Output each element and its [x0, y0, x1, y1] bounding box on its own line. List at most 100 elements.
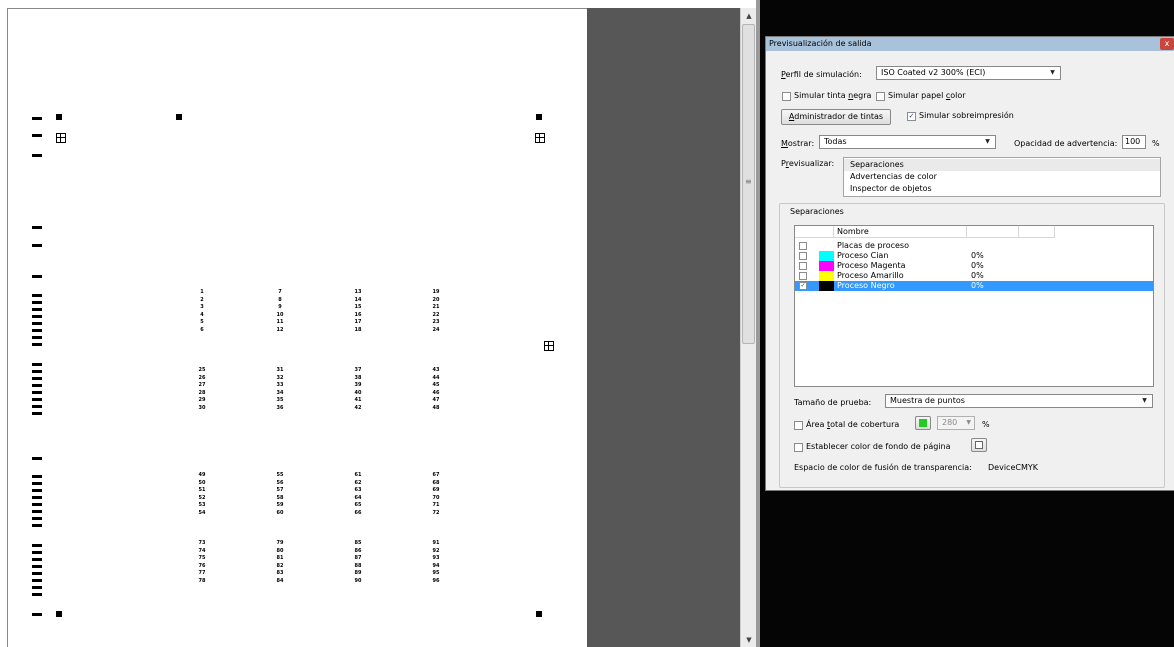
crop-mark-bar: [32, 308, 42, 311]
grid-number: 71: [432, 502, 440, 509]
row-checkbox[interactable]: [799, 252, 807, 260]
grid-number: 88: [354, 562, 362, 569]
grid-number: 53: [198, 502, 206, 509]
grid-number: 96: [432, 578, 440, 584]
grid-number: 94: [432, 562, 440, 569]
preview-option-color-warnings[interactable]: Advertencias de color: [844, 171, 1160, 183]
preview-option-object-inspector[interactable]: Inspector de objetos: [844, 183, 1160, 195]
list-item[interactable]: Proceso Amarillo 0%: [795, 271, 1153, 281]
grid-number: 4: [200, 311, 204, 318]
grid-number: 8: [278, 296, 282, 303]
grid-number: 37: [354, 367, 362, 373]
grid-number: 30: [198, 405, 206, 411]
crop-mark-bar: [32, 593, 42, 596]
grid-number: 11: [276, 319, 284, 326]
grid-number: 33: [276, 382, 284, 389]
page-background-label: Establecer color de fondo de página: [806, 442, 951, 451]
preview-options-list[interactable]: Separaciones Advertencias de color Inspe…: [843, 157, 1161, 197]
ink-manager-button[interactable]: Administrador de tintas: [781, 109, 891, 125]
grid-number: 85: [354, 540, 362, 546]
grid-number: 72: [432, 510, 440, 516]
simulate-paper-color-checkbox[interactable]: [876, 92, 885, 101]
row-percent: 0%: [971, 261, 984, 270]
crop-mark-bar: [32, 510, 42, 513]
grid-number: 49: [198, 472, 206, 478]
grid-number: 22: [432, 311, 440, 318]
grid-number: 44: [432, 374, 440, 381]
coverage-color-button[interactable]: [915, 416, 931, 430]
grid-number: 64: [354, 494, 362, 501]
dialog-title: Previsualización de salida: [769, 39, 872, 48]
crop-mark-bar: [32, 572, 42, 575]
grid-number: 25: [198, 367, 206, 373]
crop-mark-bar: [32, 613, 42, 616]
crop-mark-bar: [32, 482, 42, 485]
grid-number: 58: [276, 494, 284, 501]
crop-mark-bar: [32, 412, 42, 415]
list-header-name[interactable]: Nombre: [834, 226, 967, 238]
grid-number: 62: [354, 479, 362, 486]
row-checkbox[interactable]: ✓: [799, 282, 807, 290]
crop-mark-bar: [32, 329, 42, 332]
row-checkbox[interactable]: [799, 272, 807, 280]
vertical-scrollbar[interactable]: ▲ ≡ ▼: [740, 8, 756, 647]
list-item[interactable]: Placas de proceso: [795, 241, 1153, 251]
row-name: Placas de proceso: [837, 241, 909, 250]
list-header-swatch[interactable]: [795, 226, 834, 238]
total-coverage-label: Área total de cobertura: [806, 420, 900, 429]
color-swatch: [819, 271, 834, 281]
show-select[interactable]: Todas ▼: [819, 135, 996, 149]
total-coverage-checkbox[interactable]: [794, 421, 803, 430]
row-checkbox[interactable]: [799, 242, 807, 250]
grid-number: 50: [198, 479, 206, 486]
grid-number: 43: [432, 367, 440, 373]
list-item[interactable]: Proceso Cian 0%: [795, 251, 1153, 261]
list-item[interactable]: Proceso Magenta 0%: [795, 261, 1153, 271]
simulate-black-ink-checkbox[interactable]: [782, 92, 791, 101]
scroll-down-arrow-icon[interactable]: ▼: [741, 634, 757, 646]
grid-number: 17: [354, 319, 362, 326]
grid-number: 73: [198, 540, 206, 546]
grid-number: 52: [198, 494, 206, 501]
crop-mark-bar: [32, 315, 42, 318]
grid-number: 47: [432, 397, 440, 404]
test-size-select[interactable]: Muestra de puntos ▼: [885, 394, 1153, 408]
grid-number: 46: [432, 389, 440, 396]
dialog-title-bar[interactable]: Previsualización de salida x: [766, 37, 1174, 51]
separations-list[interactable]: Nombre Placas de proceso Proceso Cian 0% Pr…: [794, 225, 1154, 387]
grid-number: 92: [432, 547, 440, 554]
scroll-up-arrow-icon[interactable]: ▲: [741, 10, 757, 22]
page-background-color-button[interactable]: [971, 438, 987, 452]
grid-number: 86: [354, 547, 362, 554]
grid-number: 32: [276, 374, 284, 381]
crop-mark-bar: [32, 503, 42, 506]
chevron-down-icon: ▼: [1142, 397, 1147, 404]
crop-mark-bar: [32, 565, 42, 568]
preview-option-separations[interactable]: Separaciones: [844, 159, 1160, 171]
simulate-black-ink-label: Simular tinta negra: [794, 91, 872, 100]
close-button[interactable]: x: [1160, 38, 1174, 50]
grid-number: 79: [276, 540, 284, 546]
page-background-checkbox[interactable]: [794, 443, 803, 452]
grid-number: 75: [198, 555, 206, 562]
blend-space-label: Espacio de color de fusión de transparen…: [794, 463, 972, 472]
registration-square: [176, 114, 182, 120]
grid-number: 51: [198, 487, 206, 494]
coverage-value-stepper[interactable]: 280 ▼: [937, 416, 975, 430]
crop-mark-bar: [32, 226, 42, 229]
simulation-profile-select[interactable]: ISO Coated v2 300% (ECI) ▼: [876, 66, 1061, 80]
grid-number: 24: [432, 327, 440, 333]
registration-square: [56, 611, 62, 617]
row-checkbox[interactable]: [799, 262, 807, 270]
list-header-extra[interactable]: [1019, 226, 1055, 238]
grid-number: 29: [198, 397, 206, 404]
color-swatch: [819, 281, 834, 291]
color-swatch: [819, 251, 834, 261]
list-item[interactable]: ✓ Proceso Negro 0%: [795, 281, 1153, 291]
grid-number: 2: [200, 296, 204, 303]
simulate-overprint-checkbox[interactable]: ✓: [907, 112, 916, 121]
row-name: Proceso Magenta: [837, 261, 906, 270]
list-header-percent[interactable]: [967, 226, 1019, 238]
warning-opacity-input[interactable]: 100: [1122, 135, 1146, 149]
grid-number: 93: [432, 555, 440, 562]
